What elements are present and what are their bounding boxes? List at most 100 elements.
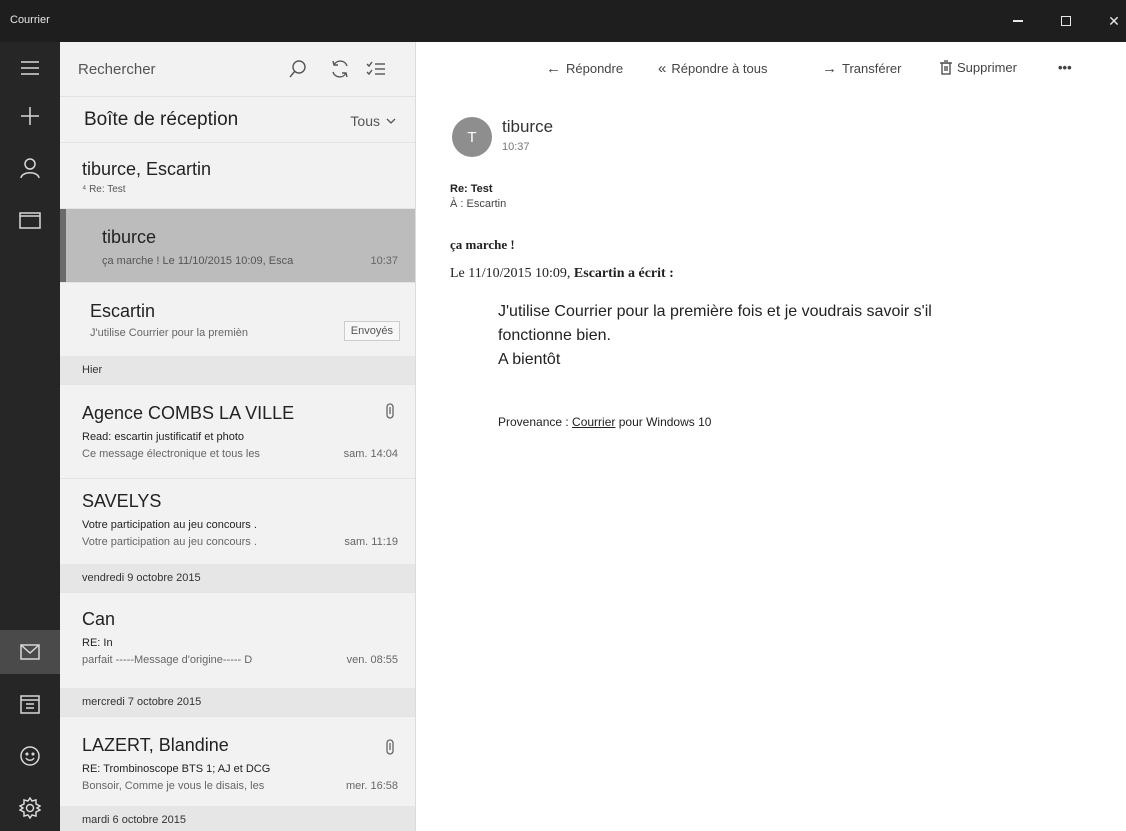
quote-header-date: Le 11/10/2015 10:09, <box>450 266 574 281</box>
message-item[interactable]: SAVELYS Votre participation au jeu conco… <box>60 478 415 564</box>
search-icon <box>289 60 306 78</box>
search-input[interactable] <box>78 56 268 82</box>
message-item[interactable]: Escartin J'utilise Courrier pour la prem… <box>60 282 415 356</box>
folder-icon <box>19 212 41 229</box>
message-subject: ⁴ Re: Test <box>82 184 126 195</box>
forward-label: Transférer <box>842 61 902 76</box>
message-subject: RE: In <box>82 637 113 649</box>
delete-button[interactable]: Supprimer <box>940 60 1017 75</box>
message-timestamp: 10:37 <box>502 141 530 153</box>
reply-button[interactable]: ← Répondre <box>546 60 623 77</box>
reply-icon: ← <box>546 60 561 77</box>
message-sender: LAZERT, Blandine <box>82 735 229 755</box>
reply-all-label: Répondre à tous <box>671 61 768 76</box>
quoted-line: J'utilise Courrier pour la première fois… <box>498 303 932 320</box>
message-subject: Read: escartin justificatif et photo <box>82 431 245 443</box>
message-subject: RE: Trombinoscope BTS 1; AJ et DCG <box>82 763 271 775</box>
avatar-initial: T <box>467 128 477 146</box>
settings-gear-icon <box>19 797 41 819</box>
message-time: 10:37 <box>370 255 398 267</box>
calendar-icon <box>20 695 40 714</box>
date-separator: mardi 6 octobre 2015 <box>60 806 415 831</box>
select-list-icon <box>366 61 385 76</box>
message-item[interactable]: Can RE: In parfait -----Message d'origin… <box>60 592 415 688</box>
message-time: sam. 14:04 <box>343 448 398 460</box>
message-item[interactable]: LAZERT, Blandine RE: Trombinoscope BTS 1… <box>60 716 415 806</box>
mail-button[interactable] <box>0 630 60 674</box>
minimize-icon <box>1013 20 1023 22</box>
filter-label: Tous <box>350 113 380 129</box>
filter-dropdown[interactable]: Tous <box>350 113 396 129</box>
message-preview: Ce message électronique et tous les <box>82 448 260 460</box>
quoted-line: fonctionne bien. <box>498 327 611 344</box>
forward-button[interactable]: → Transférer <box>822 60 901 77</box>
message-sender: tiburce <box>102 227 157 247</box>
sync-button[interactable] <box>328 57 352 81</box>
delete-label: Supprimer <box>957 60 1017 75</box>
close-button[interactable]: ✕ <box>1090 0 1126 42</box>
folders-button[interactable] <box>0 198 60 242</box>
sender-name[interactable]: tiburce <box>502 117 553 137</box>
mail-icon <box>20 644 40 660</box>
selection-mode-button[interactable] <box>364 57 388 81</box>
message-item[interactable]: Agence COMBS LA VILLE Read: escartin jus… <box>60 384 415 478</box>
hamburger-menu-button[interactable] <box>0 46 60 90</box>
reply-all-icon: « <box>658 60 667 77</box>
quoted-message: J'utilise Courrier pour la première fois… <box>498 300 1058 372</box>
smiley-feedback-icon <box>20 746 40 766</box>
message-subject-heading: Re: Test <box>450 183 493 195</box>
message-preview: ça marche ! Le 11/10/2015 10:09, Esca <box>102 255 294 267</box>
message-preview: J'utilise Courrier pour la premièn <box>90 327 248 339</box>
close-icon: ✕ <box>1108 12 1120 29</box>
hamburger-menu-icon <box>21 61 39 75</box>
app-title: Courrier <box>10 14 50 26</box>
feedback-button[interactable] <box>0 734 60 778</box>
sent-badge: Envoyés <box>343 321 400 341</box>
minimize-button[interactable] <box>994 0 1042 42</box>
reply-all-button[interactable]: « Répondre à tous <box>658 60 767 77</box>
message-time: mer. 16:58 <box>346 780 398 792</box>
accounts-button[interactable] <box>0 146 60 190</box>
maximize-icon <box>1061 16 1071 26</box>
date-separator: mercredi 7 octobre 2015 <box>60 688 415 716</box>
command-bar: ← Répondre « Répondre à tous → Transfére… <box>416 42 1126 96</box>
quoted-line: A bientôt <box>498 351 561 368</box>
message-preview: Bonsoir, Comme je vous le disais, les <box>82 780 265 792</box>
more-actions-button[interactable]: ••• <box>1058 60 1072 75</box>
message-subject: Votre participation au jeu concours . <box>82 519 257 531</box>
attachment-icon <box>386 739 394 760</box>
recipient-line: À : Escartin <box>450 198 507 210</box>
navigation-rail <box>0 42 60 831</box>
message-preview: Votre participation au jeu concours . <box>82 536 257 548</box>
trash-icon <box>940 60 952 75</box>
selection-accent <box>60 209 66 282</box>
search-bar <box>60 42 415 96</box>
maximize-button[interactable] <box>1042 0 1090 42</box>
new-mail-button[interactable] <box>0 94 60 138</box>
signature-suffix: pour Windows 10 <box>615 415 712 429</box>
reply-label: Répondre <box>566 61 624 76</box>
message-sender: SAVELYS <box>82 491 162 511</box>
message-thread[interactable]: tiburce, Escartin ⁴ Re: Test <box>60 142 415 208</box>
message-sender: Can <box>82 609 116 629</box>
search-button[interactable] <box>286 57 310 81</box>
folder-header: Boîte de réception Tous <box>60 96 415 142</box>
courrier-link[interactable]: Courrier <box>572 415 615 429</box>
compose-plus-icon <box>21 107 39 125</box>
signature-prefix: Provenance : <box>498 415 573 429</box>
forward-icon: → <box>822 60 837 77</box>
sender-avatar: T <box>452 117 492 157</box>
signature: Provenance : Courrier pour Windows 10 <box>498 415 711 429</box>
message-time: ven. 08:55 <box>346 654 398 666</box>
message-item-selected[interactable]: tiburce ça marche ! Le 11/10/2015 10:09,… <box>60 208 415 282</box>
date-separator: Hier <box>60 356 415 384</box>
more-icon: ••• <box>1058 60 1072 75</box>
person-accounts-icon <box>20 158 40 179</box>
folder-title: Boîte de réception <box>84 109 239 130</box>
calendar-button[interactable] <box>0 682 60 726</box>
settings-button[interactable] <box>0 786 60 830</box>
message-sender: Escartin <box>90 301 156 321</box>
message-list-pane: Boîte de réception Tous tiburce, Escarti… <box>60 42 416 831</box>
message-sender: tiburce, Escartin <box>82 159 212 179</box>
attachment-icon <box>386 403 394 424</box>
